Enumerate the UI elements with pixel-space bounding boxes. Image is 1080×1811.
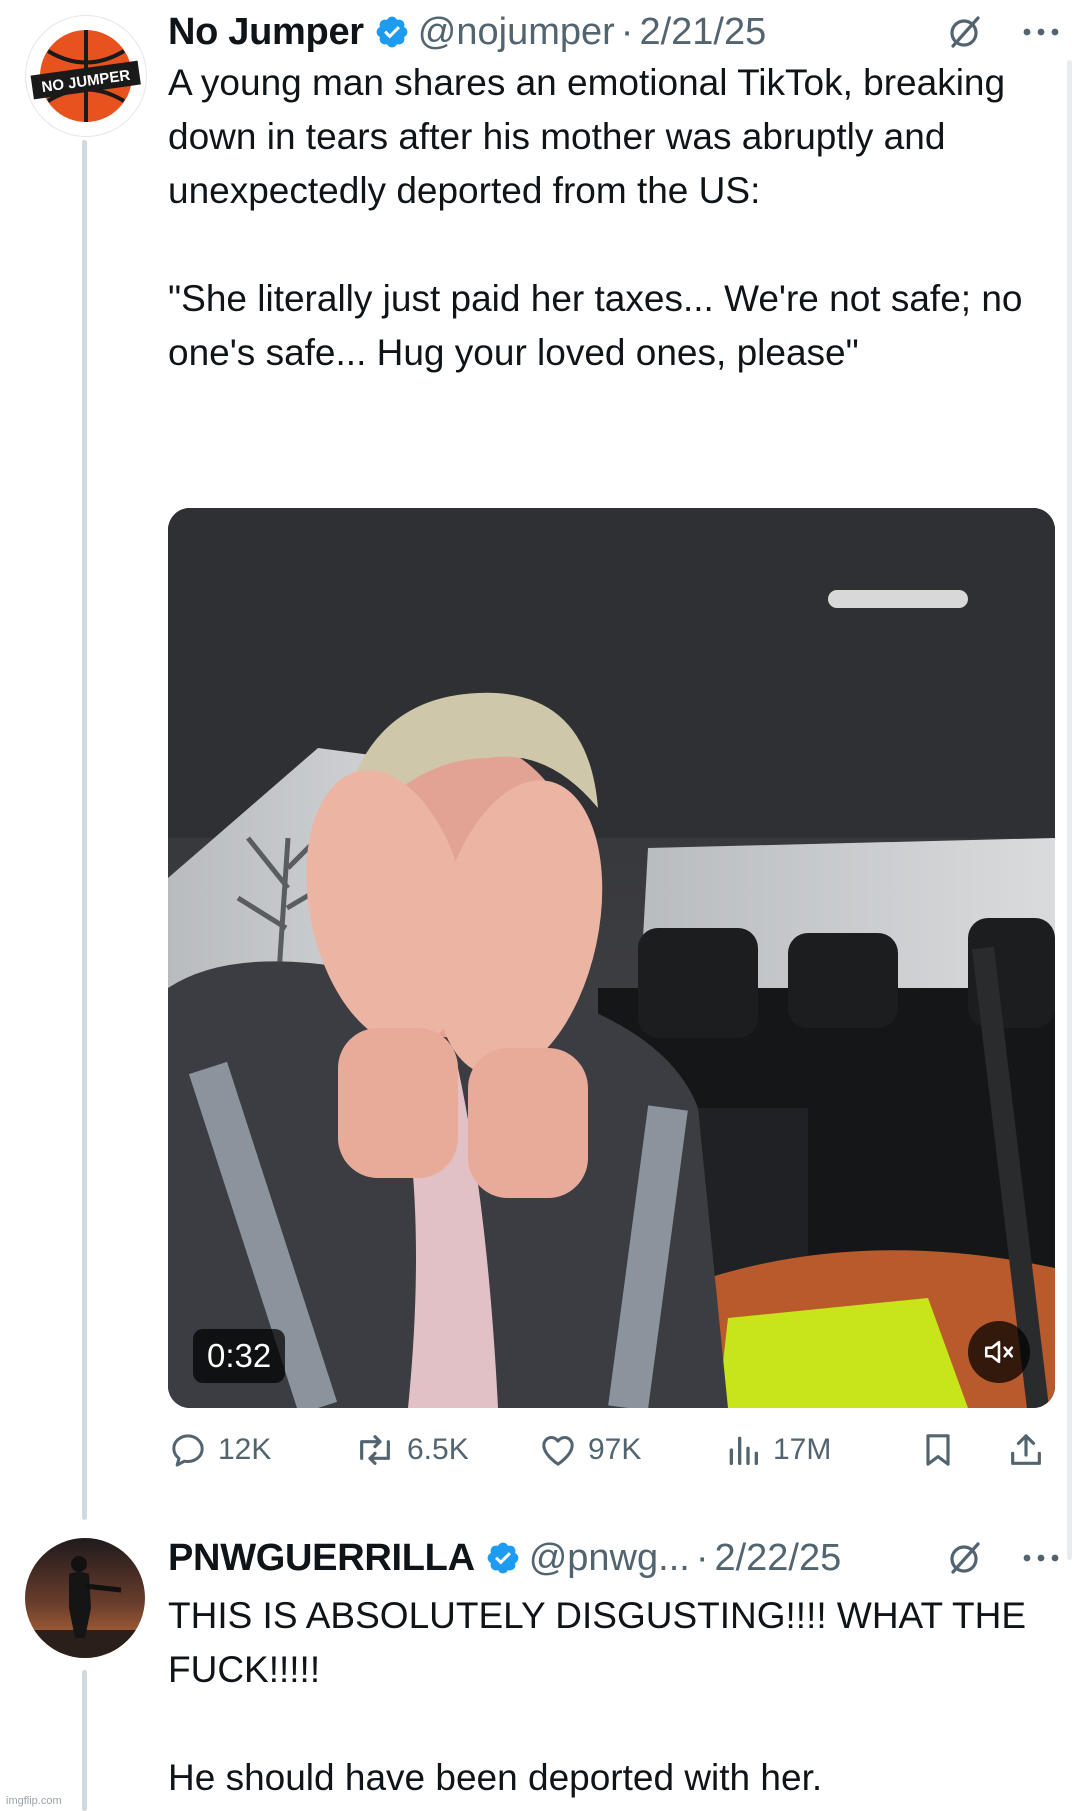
author-name[interactable]: No Jumper [168,11,364,54]
video-thumbnail [168,508,1055,1408]
post-date[interactable]: 2/22/25 [714,1537,841,1580]
tweet1-header: No Jumper @nojumper · 2/21/25 [168,4,766,60]
tweet1-text: A young man shares an emotional TikTok, … [168,62,1023,373]
repost-button[interactable]: 6.5K [353,1430,469,1470]
share-icon [1011,1434,1041,1465]
tweet2-header: PNWGUERRILLA @pnwg... · 2/22/25 [168,1530,841,1586]
views-button[interactable]: 17M [723,1430,831,1470]
thread-line-top [82,140,87,1520]
views-count: 17M [773,1433,832,1466]
bookmark-icon [926,1434,950,1466]
nojumper-avatar[interactable]: NO JUMPER [25,15,147,137]
imgflip-watermark: imgflip.com [6,1795,62,1807]
more-icon[interactable] [1021,26,1061,38]
views-icon [729,1436,758,1465]
separator-dot: · [695,1536,709,1579]
like-icon [542,1436,574,1466]
like-button[interactable]: 97K [538,1430,641,1470]
author-name[interactable]: PNWGUERRILLA [168,1537,475,1580]
grok-icon[interactable] [945,1538,985,1578]
thread-line-bottom [82,1670,87,1811]
verified-badge-icon [485,1540,521,1576]
grok-icon[interactable] [945,12,985,52]
reply-button[interactable]: 12K [168,1430,271,1470]
reply-icon [172,1434,204,1467]
reply-count: 12K [218,1433,272,1466]
basketball-logo-icon: NO JUMPER [30,30,141,122]
mute-button[interactable] [968,1321,1030,1383]
avatar-photo [25,1538,145,1658]
muted-speaker-icon [984,1340,1014,1364]
video-duration: 0:32 [193,1329,286,1383]
share-button[interactable] [1006,1430,1046,1470]
tweet2-header-icons [945,1538,1061,1578]
separator-dot: · [620,10,634,53]
tweet1-header-icons [945,12,1061,52]
author-handle[interactable]: @pnwg... [529,1537,690,1580]
verified-badge-icon [374,14,410,50]
post-date[interactable]: 2/21/25 [639,11,766,54]
scrollbar[interactable] [1067,60,1072,1560]
like-count: 97K [588,1433,642,1466]
more-icon[interactable] [1021,1552,1061,1564]
pnwguerrilla-avatar[interactable] [25,1538,145,1658]
tweet1-actions: 12K 6.5K 97K 17M [168,1430,1055,1480]
repost-count: 6.5K [407,1433,469,1466]
tweet2-text: THIS IS ABSOLUTELY DISGUSTING!!!! WHAT T… [168,1595,1027,1798]
author-handle[interactable]: @nojumper [418,11,615,54]
bookmark-button[interactable] [918,1430,958,1470]
video-player[interactable]: 0:32 [168,508,1055,1408]
repost-icon [360,1435,390,1465]
